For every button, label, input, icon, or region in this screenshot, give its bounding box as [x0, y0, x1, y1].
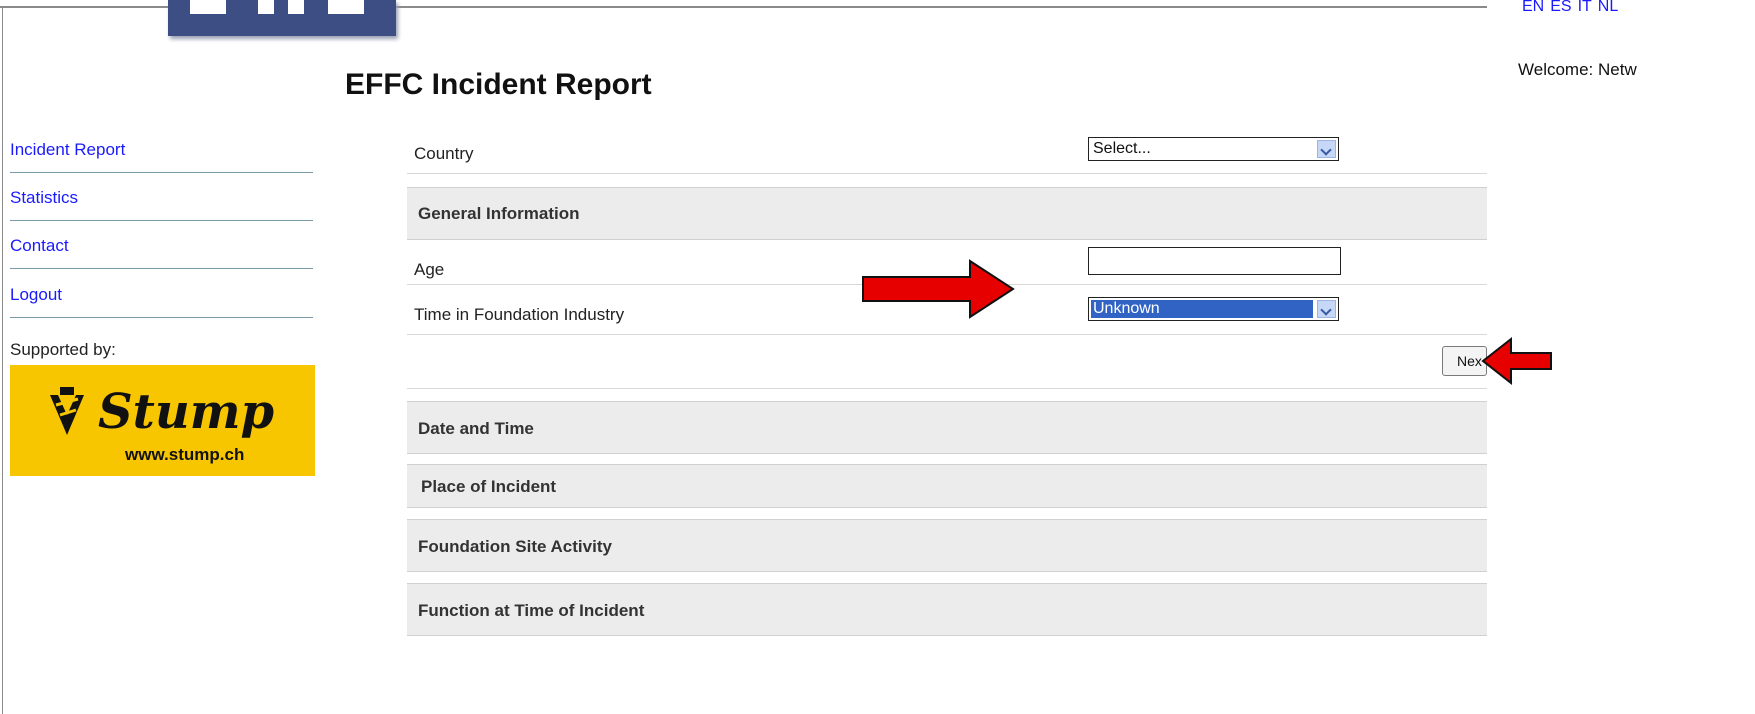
lang-link-nl[interactable]: NL: [1598, 0, 1618, 15]
sidebar-item-contact[interactable]: Contact: [10, 236, 313, 256]
country-label: Country: [414, 144, 474, 163]
sidebar-divider: [10, 172, 313, 173]
time-in-industry-select-value: Unknown: [1093, 300, 1160, 317]
dropdown-arrow-icon[interactable]: [1317, 140, 1336, 158]
sidebar-item-logout[interactable]: Logout: [10, 285, 313, 305]
logo-letter-fragment: [288, 0, 304, 14]
age-label: Age: [414, 260, 445, 279]
logo-letter-fragment: [328, 0, 364, 14]
language-switcher: EN ES IT NL: [1522, 0, 1755, 20]
sidebar-item-incident-report[interactable]: Incident Report: [10, 140, 313, 160]
sponsor-url: www.stump.ch: [124, 445, 244, 464]
sidebar-divider: [10, 220, 313, 221]
section-foundation-site-activity[interactable]: Foundation Site Activity: [407, 519, 1487, 572]
sidebar-divider: [10, 268, 313, 269]
lang-link-it[interactable]: IT: [1578, 0, 1592, 15]
section-title: Function at Time of Incident: [418, 601, 645, 620]
country-select[interactable]: Select...: [1088, 137, 1339, 161]
section-title: Date and Time: [418, 419, 534, 438]
stump-logo: Stump www.stump.ch: [50, 384, 274, 464]
stump-drill-logo-icon: [50, 387, 84, 435]
row-divider: [407, 334, 1487, 335]
sidebar-divider: [10, 317, 313, 318]
lang-link-en[interactable]: EN: [1522, 0, 1544, 15]
annotation-arrow-icon: [862, 259, 1015, 319]
section-date-and-time[interactable]: Date and Time: [407, 401, 1487, 454]
page-title: EFFC Incident Report: [345, 68, 652, 101]
lang-link-es[interactable]: ES: [1550, 0, 1571, 15]
dropdown-arrow-icon[interactable]: [1317, 300, 1336, 318]
time-in-industry-label: Time in Foundation Industry: [414, 305, 625, 324]
sponsor-name: Stump: [98, 384, 274, 440]
annotation-arrow-icon: [1481, 336, 1552, 386]
time-in-industry-select[interactable]: Unknown: [1088, 297, 1339, 321]
supported-by-label: Supported by:: [10, 340, 116, 359]
section-title: General Information: [418, 204, 580, 223]
section-title: Place of Incident: [421, 477, 557, 496]
section-function-at-time-of-incident[interactable]: Function at Time of Incident: [407, 583, 1487, 636]
welcome-text: Welcome: Netw: [1518, 60, 1637, 79]
country-select-value: Select...: [1093, 140, 1151, 157]
row-divider: [407, 173, 1487, 174]
page-frame-left-border: [2, 6, 3, 714]
age-input[interactable]: [1088, 247, 1341, 275]
logo-letter-fragment: [258, 0, 274, 14]
section-title: Foundation Site Activity: [418, 537, 612, 556]
section-general-information[interactable]: General Information: [407, 187, 1487, 240]
row-divider: [407, 388, 1487, 389]
logo-letter-fragment: [190, 0, 226, 14]
section-place-of-incident[interactable]: Place of Incident: [407, 464, 1487, 508]
sidebar-item-statistics[interactable]: Statistics: [10, 188, 313, 208]
sponsor-banner[interactable]: Stump www.stump.ch: [10, 365, 315, 476]
effc-logo: [168, 0, 396, 36]
